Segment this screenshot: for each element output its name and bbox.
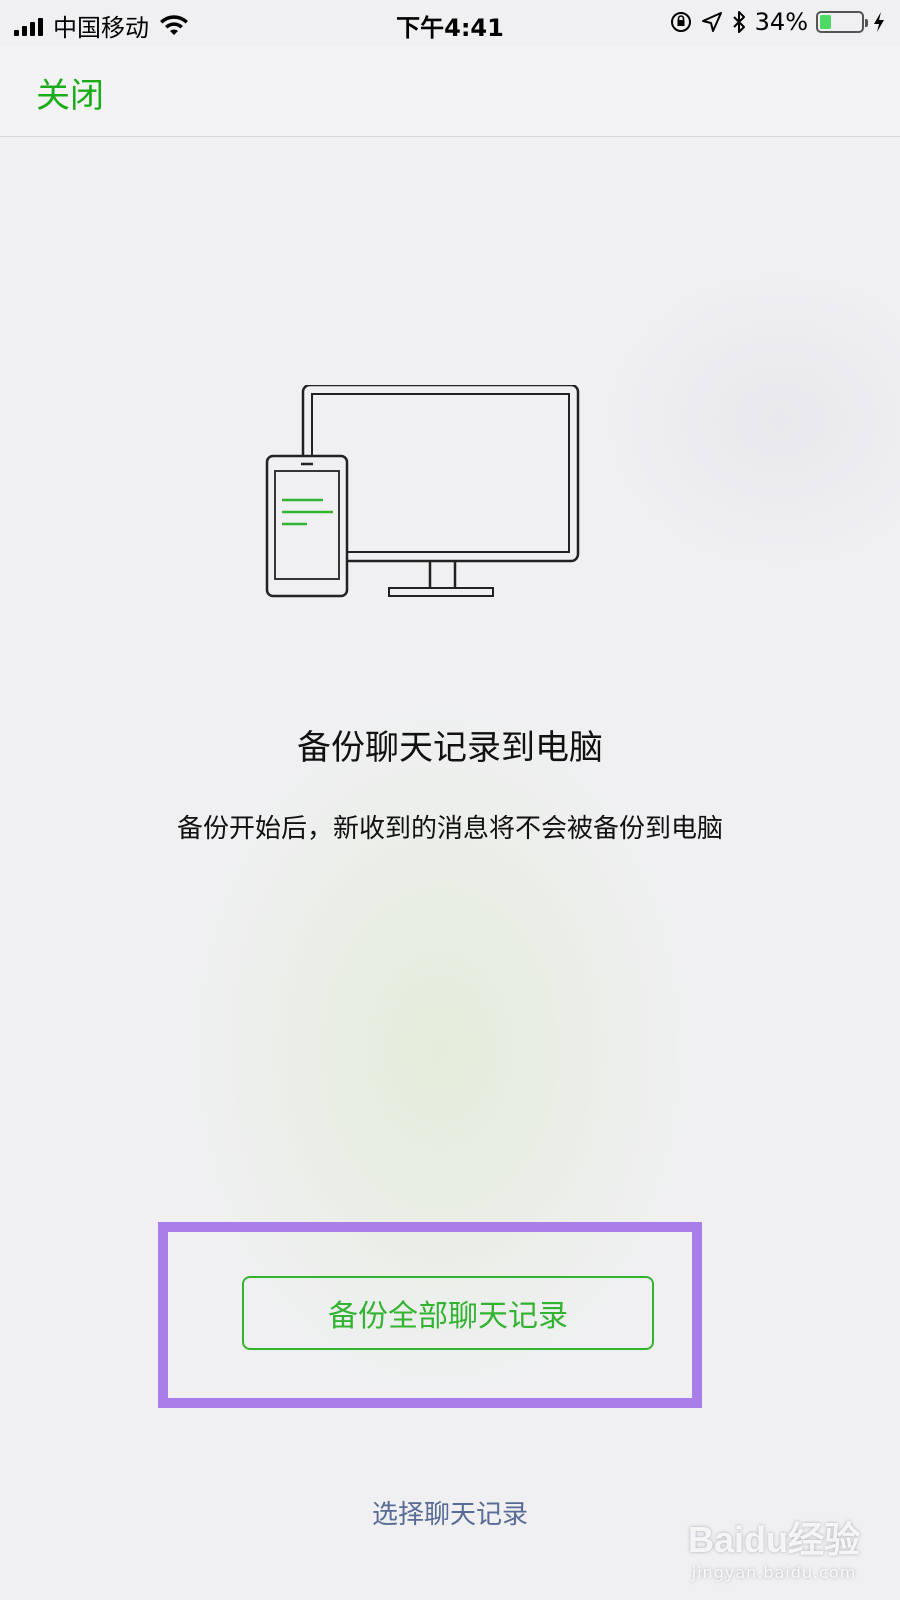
backup-description: 备份开始后，新收到的消息将不会被备份到电脑 [176,814,723,844]
phone-icon [265,454,349,598]
location-icon [701,12,722,32]
status-bar: 中国移动 下午4:41 34% [0,0,900,46]
battery-level [820,15,831,29]
page-title: 备份聊天记录到电脑 [297,728,603,768]
backup-all-chats-button[interactable]: 备份全部聊天记录 [242,1276,654,1350]
phone-to-computer-illustration [265,385,580,598]
status-right: 34% [669,8,886,36]
charging-icon [874,12,884,32]
watermark-logo: Baidu经验 [687,1519,860,1560]
nav-bar: 关闭 [0,46,900,137]
orientation-lock-icon [670,12,691,32]
battery-icon [816,11,868,33]
battery-percent: 34% [754,8,808,36]
bluetooth-icon [732,11,745,33]
baidu-watermark: Baidu经验 jingyan.baidu.com [688,1511,860,1582]
close-button[interactable]: 关闭 [36,68,104,117]
watermark-url: jingyan.baidu.com [691,1563,857,1582]
